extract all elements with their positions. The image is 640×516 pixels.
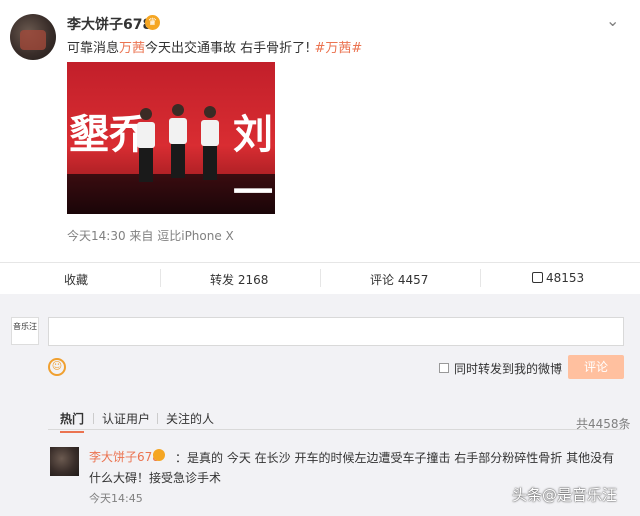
post-image[interactable]: 墾乔 刘一 — [67, 62, 275, 214]
dancer-figure — [167, 104, 189, 182]
post-meta: 今天14:30 来自 逗比iPhone X — [67, 227, 234, 244]
content-prefix: 可靠消息 — [67, 41, 120, 56]
submit-comment-button[interactable]: 评论 — [568, 355, 624, 379]
divider — [157, 413, 158, 424]
like-thumb-icon — [532, 272, 543, 283]
post-username[interactable]: 李大饼子678 — [67, 14, 152, 34]
smiley-icon[interactable]: ☺ — [48, 358, 66, 376]
comment-text: ：是真的 今天 在长沙 开车的时候左边遭受车子撞击 右手部分粉碎性骨折 其他没有… — [89, 451, 615, 485]
divider — [320, 269, 321, 287]
vip-crown-icon: ♛ — [145, 15, 160, 30]
user-avatar[interactable] — [10, 14, 56, 60]
content-highlight-link[interactable]: 万茜 — [119, 41, 145, 56]
chevron-down-icon[interactable]: ⌄ — [606, 11, 619, 30]
like-button[interactable]: 48153 — [532, 271, 584, 285]
like-count: 48153 — [546, 271, 585, 285]
post-content: 可靠消息万茜今天出交通事故 右手骨折了! #万茜# — [67, 37, 362, 56]
comment-time: 今天14:45 — [89, 492, 143, 505]
divider — [160, 269, 161, 287]
tab-hot[interactable]: 热门 — [60, 410, 85, 433]
my-avatar: 音乐汪 — [11, 317, 39, 345]
content-rest: 今天出交通事故 右手骨折了! — [145, 41, 311, 56]
weibo-post-card: 李大饼子678 ♛ ⌄ 可靠消息万茜今天出交通事故 右手骨折了! #万茜# 墾乔… — [0, 0, 640, 262]
repost-checkbox[interactable] — [439, 363, 449, 373]
post-source[interactable]: 来自 逗比iPhone X — [129, 229, 233, 243]
divider — [93, 413, 94, 424]
vip-crown-icon — [153, 449, 165, 461]
repost-button[interactable]: 转发 2168 — [210, 271, 268, 288]
photo-text-right: 刘一 — [233, 111, 273, 214]
dancer-figure — [199, 106, 221, 184]
tab-verified[interactable]: 认证用户 — [102, 410, 150, 427]
dancer-figure — [135, 108, 157, 186]
watermark: 头条@是音乐汪 — [512, 486, 618, 504]
post-timestamp[interactable]: 今天14:30 — [67, 229, 126, 243]
comment-button[interactable]: 评论 4457 — [370, 271, 428, 288]
commenter-avatar[interactable] — [50, 447, 79, 476]
favorite-button[interactable]: 收藏 — [64, 271, 88, 288]
comment-input[interactable] — [48, 317, 624, 346]
action-bar: 收藏 转发 2168 评论 4457 48153 — [0, 262, 640, 294]
repost-checkbox-label[interactable]: 同时转发到我的微博 — [454, 360, 562, 377]
hashtag-link[interactable]: #万茜# — [315, 41, 363, 56]
tab-following[interactable]: 关注的人 — [166, 410, 214, 427]
divider — [480, 269, 481, 287]
comment-filter-tabs: 热门 认证用户 关注的人 — [48, 406, 624, 433]
commenter-name[interactable]: 李大饼子678 — [89, 448, 160, 465]
comment-total: 共4458条 — [576, 417, 631, 431]
